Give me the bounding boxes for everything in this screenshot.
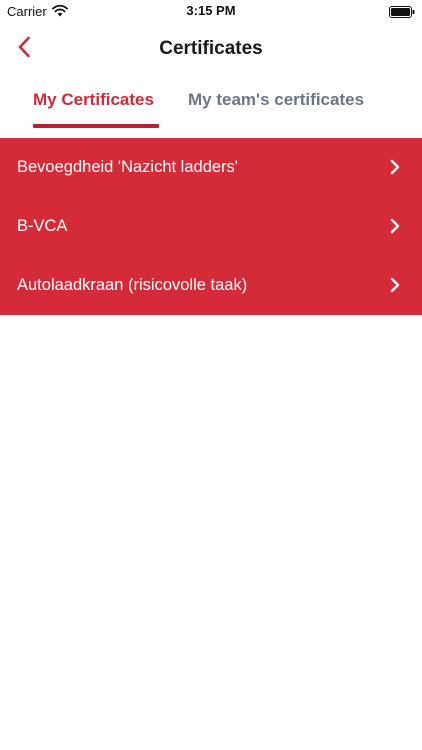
list-item[interactable]: B-VCA (0, 197, 422, 256)
list-item[interactable]: Bevoegdheid 'Nazicht ladders' (0, 138, 422, 197)
certificate-label: Autolaadkraan (risicovolle taak) (17, 276, 248, 294)
tab-my-certificates[interactable]: My Certificates (33, 90, 154, 110)
chevron-right-icon (390, 218, 400, 234)
chevron-right-icon (390, 277, 400, 293)
battery-icon (389, 5, 415, 18)
certificate-list: Bevoegdheid 'Nazicht ladders' B-VCA Auto… (0, 138, 422, 315)
chevron-right-icon (390, 159, 400, 175)
list-item[interactable]: Autolaadkraan (risicovolle taak) (0, 256, 422, 315)
page-title: Certificates (159, 38, 263, 59)
status-time: 3:15 PM (186, 3, 236, 18)
tab-my-teams-certificates[interactable]: My team's certificates (188, 90, 364, 110)
status-bar: Carrier 3:15 PM (0, 0, 422, 22)
certificate-label: B-VCA (17, 217, 68, 235)
tab-bar: My Certificates My team's certificates (0, 76, 422, 136)
active-tab-indicator (33, 124, 159, 128)
certificate-label: Bevoegdheid 'Nazicht ladders' (17, 158, 238, 176)
navigation-bar: Certificates (0, 22, 422, 76)
